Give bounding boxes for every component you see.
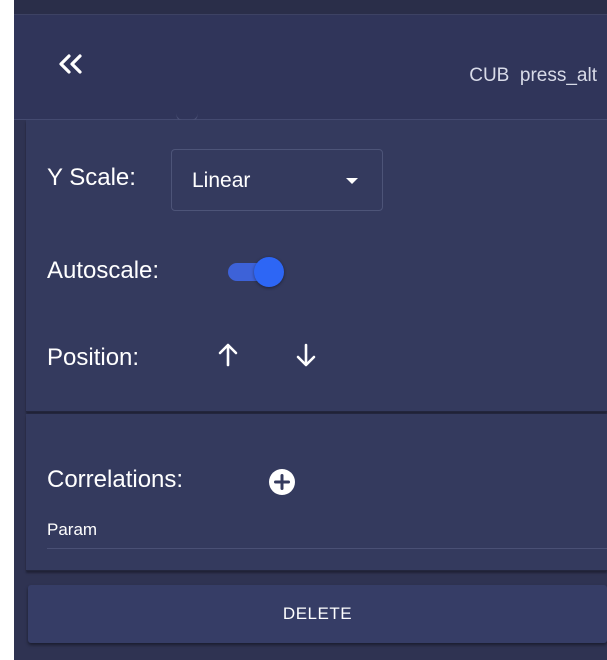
move-up-button[interactable] (213, 342, 243, 372)
param-label: Param (47, 520, 98, 539)
y-scale-select[interactable]: Linear (171, 149, 383, 211)
toggle-thumb (254, 257, 284, 287)
header-title: CUB press_alt (469, 65, 597, 86)
collapse-button[interactable] (54, 49, 88, 83)
arrow-down-icon (295, 342, 317, 373)
y-scale-value: Linear (192, 169, 251, 192)
double-chevron-left-icon (56, 52, 86, 81)
autoscale-toggle[interactable] (226, 255, 288, 289)
autoscale-label: Autoscale: (47, 257, 160, 284)
caret-down-icon (346, 178, 358, 184)
correlations-label: Correlations: (47, 466, 184, 493)
window-edge (0, 0, 14, 660)
param-field[interactable]: Param (47, 517, 607, 549)
panel-header: CUB press_alt (14, 15, 607, 120)
correlations-section: Correlations: Param (26, 414, 607, 571)
top-bar (14, 0, 607, 15)
add-correlation-button[interactable] (266, 466, 298, 498)
delete-button[interactable]: DELETE (28, 585, 607, 643)
arrow-up-icon (217, 342, 239, 373)
y-scale-label: Y Scale: (47, 164, 136, 191)
plus-circle-icon (266, 469, 298, 502)
axis-settings-section: Y Scale: Linear Autoscale: Position: (26, 120, 607, 412)
move-down-button[interactable] (291, 342, 321, 372)
position-label: Position: (47, 344, 140, 371)
